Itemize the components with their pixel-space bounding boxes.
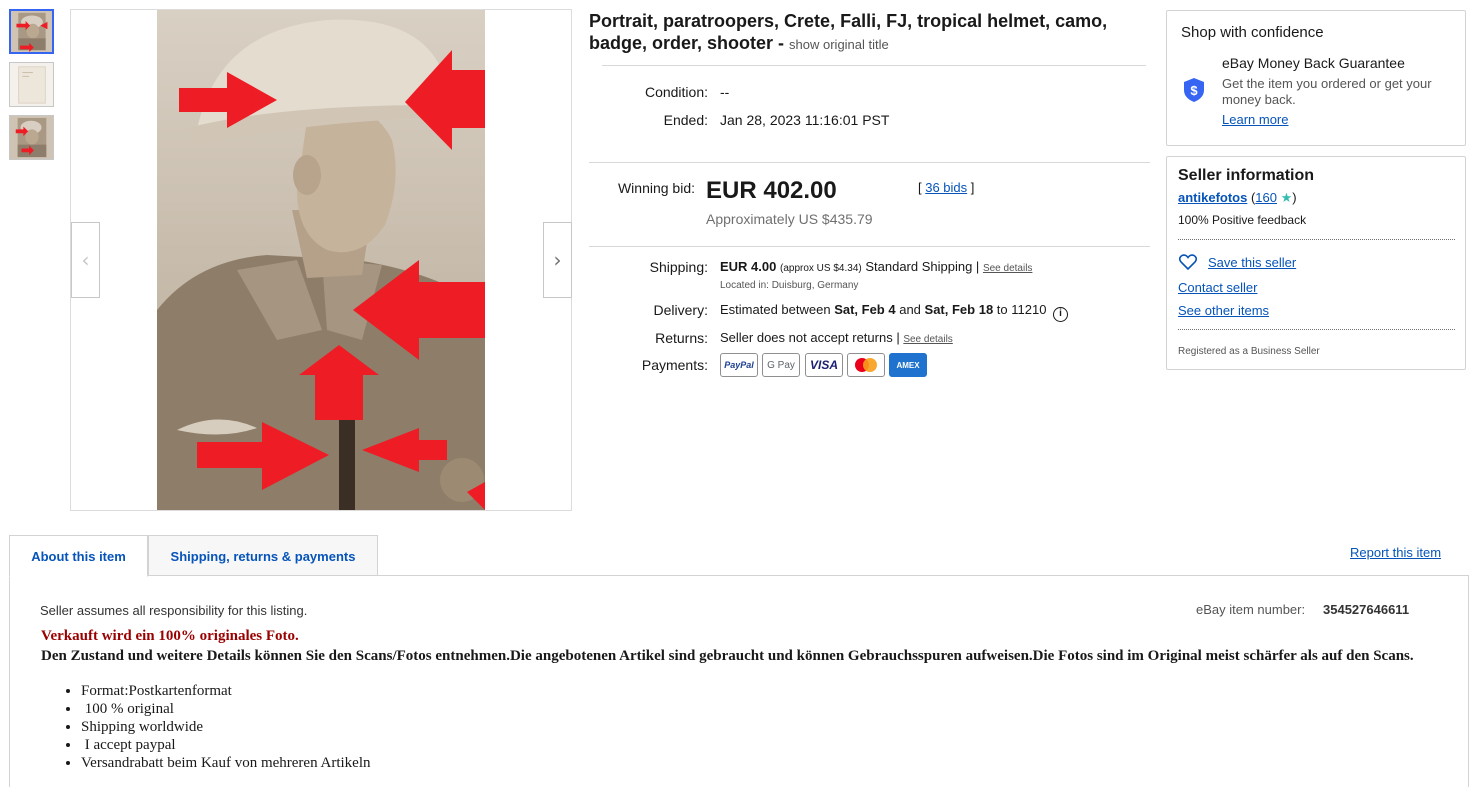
see-other-items-link[interactable]: See other items bbox=[1178, 303, 1269, 318]
delivery-end: Sat, Feb 18 bbox=[924, 302, 994, 317]
star-icon: ★ bbox=[1280, 190, 1293, 205]
condition-value: -- bbox=[720, 84, 730, 100]
tab-about-label: About this item bbox=[31, 548, 126, 564]
tab-shipping-returns-payments[interactable]: Shipping, returns & payments bbox=[148, 535, 378, 576]
confidence-heading: Shop with confidence bbox=[1181, 24, 1324, 41]
visa-label: VISA bbox=[809, 358, 838, 372]
visa-icon: VISA bbox=[805, 353, 843, 377]
divider bbox=[1178, 239, 1455, 240]
approx-price: Approximately US $435.79 bbox=[706, 211, 873, 227]
divider bbox=[589, 162, 1150, 163]
shipping-service: Standard Shipping | bbox=[865, 259, 980, 274]
learn-more-link[interactable]: Learn more bbox=[1222, 112, 1288, 127]
delivery-label: Delivery: bbox=[653, 302, 708, 318]
positive-feedback: 100% Positive feedback bbox=[1178, 213, 1307, 227]
winning-bid-label: Winning bid: bbox=[617, 180, 695, 196]
item-title: Portrait, paratroopers, Crete, Falli, FJ… bbox=[589, 10, 1149, 56]
thumbnail-backside-icon bbox=[10, 63, 53, 106]
guarantee-text: Get the item you ordered or get your mon… bbox=[1222, 76, 1432, 107]
ended-label: Ended: bbox=[663, 112, 708, 128]
returns-see-details-link[interactable]: See details bbox=[903, 334, 952, 345]
feedback-score-link[interactable]: 160 bbox=[1255, 190, 1277, 205]
shipping-see-details-link[interactable]: See details bbox=[983, 263, 1032, 274]
description-headline: Verkauft wird ein 100% originales Foto. bbox=[41, 628, 299, 644]
bid-count: [ 36 bids ] bbox=[918, 180, 974, 195]
google-pay-label: G Pay bbox=[767, 359, 795, 371]
save-seller-link[interactable]: Save this seller bbox=[1208, 255, 1296, 270]
main-photo[interactable] bbox=[157, 10, 485, 510]
business-seller-note: Registered as a Business Seller bbox=[1178, 346, 1320, 357]
list-item: Format:Postkartenformat bbox=[81, 682, 370, 700]
svg-text:$: $ bbox=[1190, 83, 1198, 98]
item-number-value: 354527646611 bbox=[1323, 602, 1410, 617]
chevron-left-icon: ‹ bbox=[81, 248, 90, 272]
list-item: Versandrabatt beim Kauf von mehreren Art… bbox=[81, 754, 370, 772]
mastercard-icon bbox=[847, 353, 885, 377]
amex-icon: AMEX bbox=[889, 353, 927, 377]
paypal-label: PayPal bbox=[724, 360, 754, 370]
seller-name-link[interactable]: antikefotos bbox=[1178, 190, 1247, 205]
shipping-price: EUR 4.00 bbox=[720, 259, 777, 274]
returns-label: Returns: bbox=[655, 330, 708, 346]
winning-bid-value: EUR 402.00 bbox=[706, 177, 837, 204]
image-viewer: ‹ › bbox=[70, 9, 572, 511]
amex-label: AMEX bbox=[896, 360, 920, 370]
shop-with-confidence-panel: Shop with confidence $ eBay Money Back G… bbox=[1166, 10, 1466, 146]
seller-info-panel: Seller information antikefotos (160 ★) 1… bbox=[1166, 156, 1466, 370]
condition-label: Condition: bbox=[644, 84, 708, 100]
seller-name-row: antikefotos (160 ★) bbox=[1178, 190, 1297, 206]
next-image-button[interactable]: › bbox=[543, 222, 572, 298]
divider bbox=[602, 65, 1146, 66]
returns-value: Seller does not accept returns | See det… bbox=[720, 330, 953, 345]
shield-dollar-icon: $ bbox=[1184, 78, 1204, 102]
heart-icon[interactable] bbox=[1179, 254, 1197, 270]
item-location: Located in: Duisburg, Germany bbox=[720, 280, 859, 291]
thumbnail-3[interactable] bbox=[9, 115, 54, 160]
ended-value: Jan 28, 2023 11:16:01 PST bbox=[720, 112, 890, 128]
thumbnail-2[interactable] bbox=[9, 62, 54, 107]
returns-text: Seller does not accept returns | bbox=[720, 330, 900, 345]
paypal-icon: PayPal bbox=[720, 353, 758, 377]
item-number-label: eBay item number: bbox=[1196, 602, 1306, 617]
thumbnail-photo-icon bbox=[10, 116, 53, 159]
shipping-approx: (approx US $4.34) bbox=[780, 263, 862, 274]
bids-link[interactable]: 36 bids bbox=[925, 180, 967, 195]
delivery-start: Sat, Feb 4 bbox=[834, 302, 896, 317]
divider bbox=[1178, 329, 1455, 330]
delivery-and: and bbox=[895, 302, 925, 317]
delivery-zip: to 11210 bbox=[993, 302, 1047, 317]
list-item: I accept paypal bbox=[81, 736, 370, 754]
seller-info-heading: Seller information bbox=[1178, 167, 1315, 184]
info-icon[interactable]: i bbox=[1053, 307, 1069, 322]
previous-image-button[interactable]: ‹ bbox=[71, 222, 100, 298]
contact-seller-link[interactable]: Contact seller bbox=[1178, 280, 1257, 295]
mastercard-logo bbox=[855, 358, 877, 372]
delivery-prefix: Estimated between bbox=[720, 302, 835, 317]
report-item-link[interactable]: Report this item bbox=[1350, 545, 1441, 560]
show-original-title-link[interactable]: show original title bbox=[789, 37, 889, 52]
description-body: Den Zustand und weitere Details können S… bbox=[41, 648, 1414, 664]
description-panel: Seller assumes all responsibility for th… bbox=[9, 575, 1469, 787]
description-bullet-list: Format:Postkartenformat 100 % original S… bbox=[81, 682, 370, 772]
list-item: 100 % original bbox=[81, 700, 370, 718]
delivery-value: Estimated between Sat, Feb 4 and Sat, Fe… bbox=[720, 302, 1069, 322]
thumbnail-photo-icon bbox=[11, 11, 52, 52]
shipping-label: Shipping: bbox=[649, 259, 708, 275]
tab-shipping-label: Shipping, returns & payments bbox=[170, 548, 356, 564]
responsibility-note: Seller assumes all responsibility for th… bbox=[40, 603, 308, 618]
tab-about-this-item[interactable]: About this item bbox=[9, 535, 148, 577]
guarantee-title: eBay Money Back Guarantee bbox=[1222, 55, 1405, 71]
payments-label: Payments: bbox=[641, 357, 708, 373]
list-item: Shipping worldwide bbox=[81, 718, 370, 736]
chevron-right-icon: › bbox=[553, 248, 562, 272]
shipping-value: EUR 4.00 (approx US $4.34) Standard Ship… bbox=[720, 259, 1032, 274]
feedback-paren-close: ) bbox=[1292, 190, 1297, 205]
google-pay-icon: G Pay bbox=[762, 353, 800, 377]
divider bbox=[589, 246, 1150, 247]
thumbnail-1[interactable] bbox=[9, 9, 54, 54]
bids-bracket-close: ] bbox=[967, 180, 975, 195]
